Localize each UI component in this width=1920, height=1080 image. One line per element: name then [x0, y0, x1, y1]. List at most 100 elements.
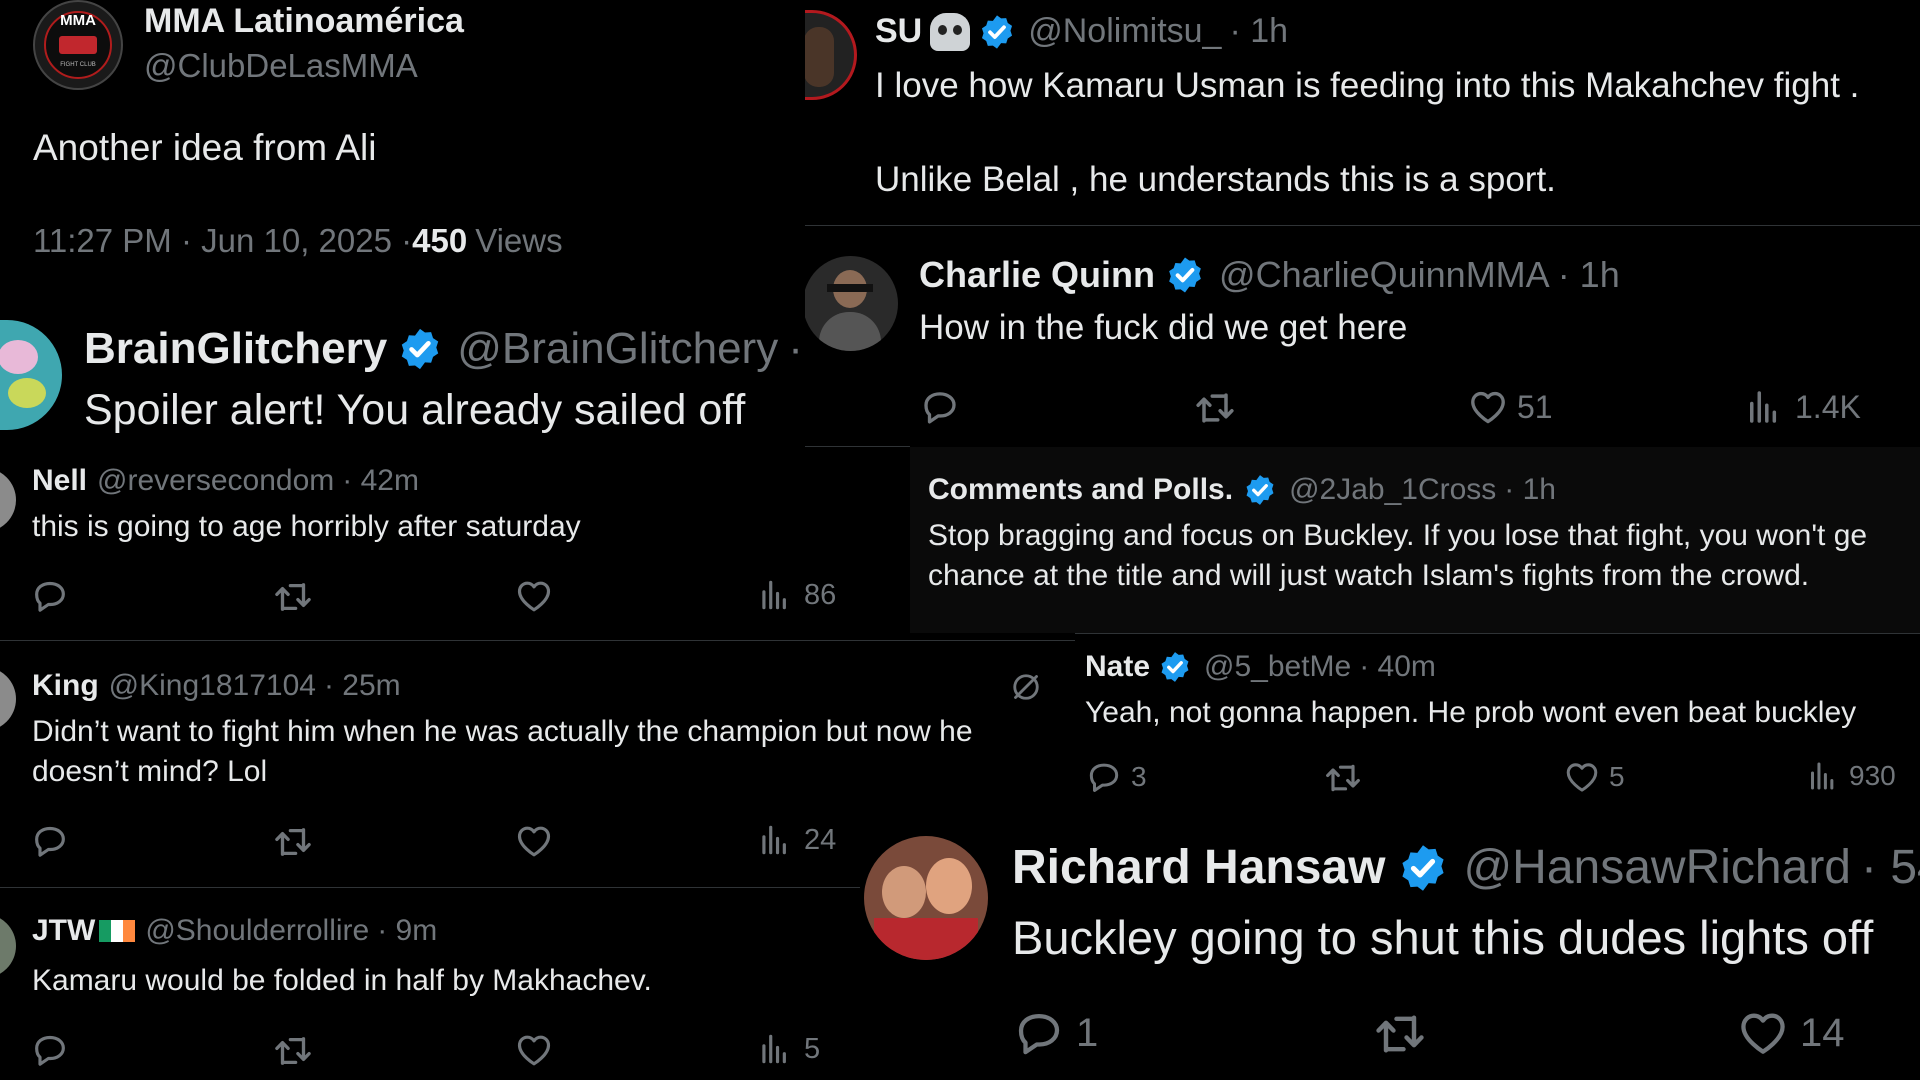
- like-icon: [1563, 758, 1601, 796]
- charlie-quinn-handle[interactable]: @CharlieQuinnMMA: [1219, 254, 1550, 296]
- like-count: 14: [1800, 1010, 1845, 1055]
- comments-and-polls-time[interactable]: · 1h: [1504, 473, 1556, 507]
- skull-eye-left: [938, 24, 948, 35]
- repost-button[interactable]: [272, 576, 314, 618]
- king-handle[interactable]: @King1817104: [109, 669, 316, 703]
- nate-time[interactable]: · 40m: [1359, 650, 1436, 684]
- repost-button[interactable]: [1372, 1006, 1428, 1062]
- brainglitchery-avatar[interactable]: [0, 320, 62, 430]
- su-name[interactable]: SU: [875, 12, 922, 51]
- reply-icon: [1085, 758, 1123, 796]
- richard-hansaw-name[interactable]: Richard Hansaw: [1012, 840, 1385, 895]
- comments-and-polls-name[interactable]: Comments and Polls.: [928, 473, 1233, 507]
- charlie-quinn-name[interactable]: Charlie Quinn: [919, 254, 1155, 296]
- views-icon: [756, 576, 794, 614]
- like-icon: [514, 821, 554, 861]
- main-author-name[interactable]: MMA Latinoamérica: [144, 2, 464, 41]
- mma-logo-cage: [59, 36, 97, 54]
- charlie-quinn-text: How in the fuck did we get here: [919, 308, 1408, 347]
- like-button[interactable]: [514, 821, 554, 861]
- verified-badge-icon: [397, 326, 443, 372]
- repost-button[interactable]: [1193, 386, 1237, 430]
- nate-handle[interactable]: @5_betMe: [1204, 650, 1351, 684]
- reply-button[interactable]: 3: [1085, 758, 1147, 796]
- reply-button[interactable]: [919, 386, 961, 428]
- like-button[interactable]: 51: [1467, 386, 1553, 428]
- views-button[interactable]: 1.4K: [1743, 386, 1861, 428]
- main-author-handle[interactable]: @ClubDeLasMMA: [144, 47, 418, 85]
- views-count: 450: [412, 222, 468, 259]
- richard-avatar-face-2: [926, 858, 972, 914]
- nell-handle[interactable]: @reversecondom: [97, 464, 334, 498]
- nell-reply-card: Nell @reversecondom · 42m this is going …: [0, 452, 910, 640]
- richard-hansaw-avatar[interactable]: [864, 836, 988, 960]
- views-icon: [756, 1030, 794, 1068]
- richard-hansaw-time[interactable]: · 54: [1861, 840, 1920, 895]
- nate-text: Yeah, not gonna happen. He prob wont eve…: [1085, 696, 1857, 729]
- like-button[interactable]: 14: [1736, 1006, 1845, 1060]
- reply-icon: [30, 821, 70, 861]
- king-line-2: doesn’t mind? Lol: [32, 755, 268, 788]
- reply-button[interactable]: [30, 1030, 70, 1070]
- timestamp[interactable]: 11:27 PM · Jun 10, 2025 ·: [33, 222, 412, 260]
- views-button[interactable]: 5: [756, 1030, 820, 1068]
- charlie-quinn-time[interactable]: · 1h: [1558, 254, 1620, 296]
- mma-latino-avatar[interactable]: MMA FIGHT CLUB: [33, 0, 123, 90]
- brainglitchery-name[interactable]: BrainGlitchery: [84, 324, 387, 374]
- grok-button[interactable]: [1008, 669, 1044, 705]
- repost-button[interactable]: [272, 821, 314, 863]
- views-button[interactable]: 24: [756, 821, 836, 859]
- brainglitchery-time[interactable]: · 1: [788, 324, 805, 374]
- reply-icon: [1012, 1006, 1066, 1060]
- nell-name[interactable]: Nell: [32, 464, 87, 498]
- jtw-text: Kamaru would be folded in half by Makhac…: [32, 964, 652, 997]
- charlie-avatar-headset: [827, 284, 873, 292]
- ireland-flag-icon: [99, 920, 136, 942]
- nell-avatar[interactable]: [0, 468, 16, 532]
- brainglitchery-reply-card: BrainGlitchery @BrainGlitchery · 1 Spoil…: [0, 300, 805, 450]
- skull-eye-right: [953, 24, 963, 35]
- su-handle[interactable]: @Nolimitsu_: [1028, 12, 1221, 51]
- like-button[interactable]: [514, 1030, 554, 1070]
- comments-and-polls-handle[interactable]: @2Jab_1Cross: [1289, 473, 1496, 507]
- repost-icon: [272, 1030, 314, 1072]
- king-name[interactable]: King: [32, 669, 99, 703]
- grok-icon: [1008, 669, 1044, 705]
- views-icon: [1805, 758, 1841, 794]
- su-reply-header: SU @Nolimitsu_ · 1h: [875, 12, 1288, 51]
- charlie-quinn-avatar[interactable]: [805, 256, 898, 351]
- like-button[interactable]: [514, 576, 554, 616]
- richard-hansaw-text: Buckley going to shut this dudes lights …: [1012, 911, 1874, 964]
- verified-badge-icon: [1158, 650, 1192, 684]
- jtw-reply-card: JTW @Shoulderrollire · 9m Kamaru would b…: [0, 888, 860, 1080]
- reply-icon: [919, 386, 961, 428]
- king-avatar[interactable]: [0, 667, 16, 731]
- richard-hansaw-handle[interactable]: @HansawRichard: [1463, 840, 1851, 895]
- jtw-name[interactable]: JTW: [32, 914, 95, 948]
- jtw-header: JTW @Shoulderrollire · 9m: [32, 914, 437, 948]
- views-button[interactable]: 930: [1805, 758, 1896, 794]
- like-button[interactable]: 5: [1563, 758, 1625, 796]
- king-time[interactable]: · 25m: [324, 669, 401, 703]
- brainglitchery-handle[interactable]: @BrainGlitchery: [457, 324, 778, 374]
- nate-name[interactable]: Nate: [1085, 650, 1150, 684]
- like-icon: [1467, 386, 1509, 428]
- su-time[interactable]: · 1h: [1229, 12, 1288, 51]
- jtw-avatar[interactable]: [0, 914, 16, 978]
- repost-button[interactable]: [1323, 758, 1363, 798]
- views-button[interactable]: 86: [756, 576, 836, 614]
- jtw-time[interactable]: · 9m: [377, 914, 437, 948]
- reply-button[interactable]: [30, 576, 70, 616]
- reply-button[interactable]: [30, 821, 70, 861]
- skull-emoji-icon: [930, 12, 971, 51]
- reply-button[interactable]: 1: [1012, 1006, 1098, 1060]
- nate-header: Nate @5_betMe · 40m: [1085, 650, 1436, 684]
- richard-avatar-shirt: [874, 918, 978, 960]
- verified-badge-icon: [1397, 842, 1449, 894]
- reply-icon: [30, 576, 70, 616]
- reply-count: 3: [1131, 761, 1147, 792]
- jtw-handle[interactable]: @Shoulderrollire: [145, 914, 369, 948]
- repost-button[interactable]: [272, 1030, 314, 1072]
- su-avatar[interactable]: [805, 10, 857, 100]
- nell-time[interactable]: · 42m: [342, 464, 419, 498]
